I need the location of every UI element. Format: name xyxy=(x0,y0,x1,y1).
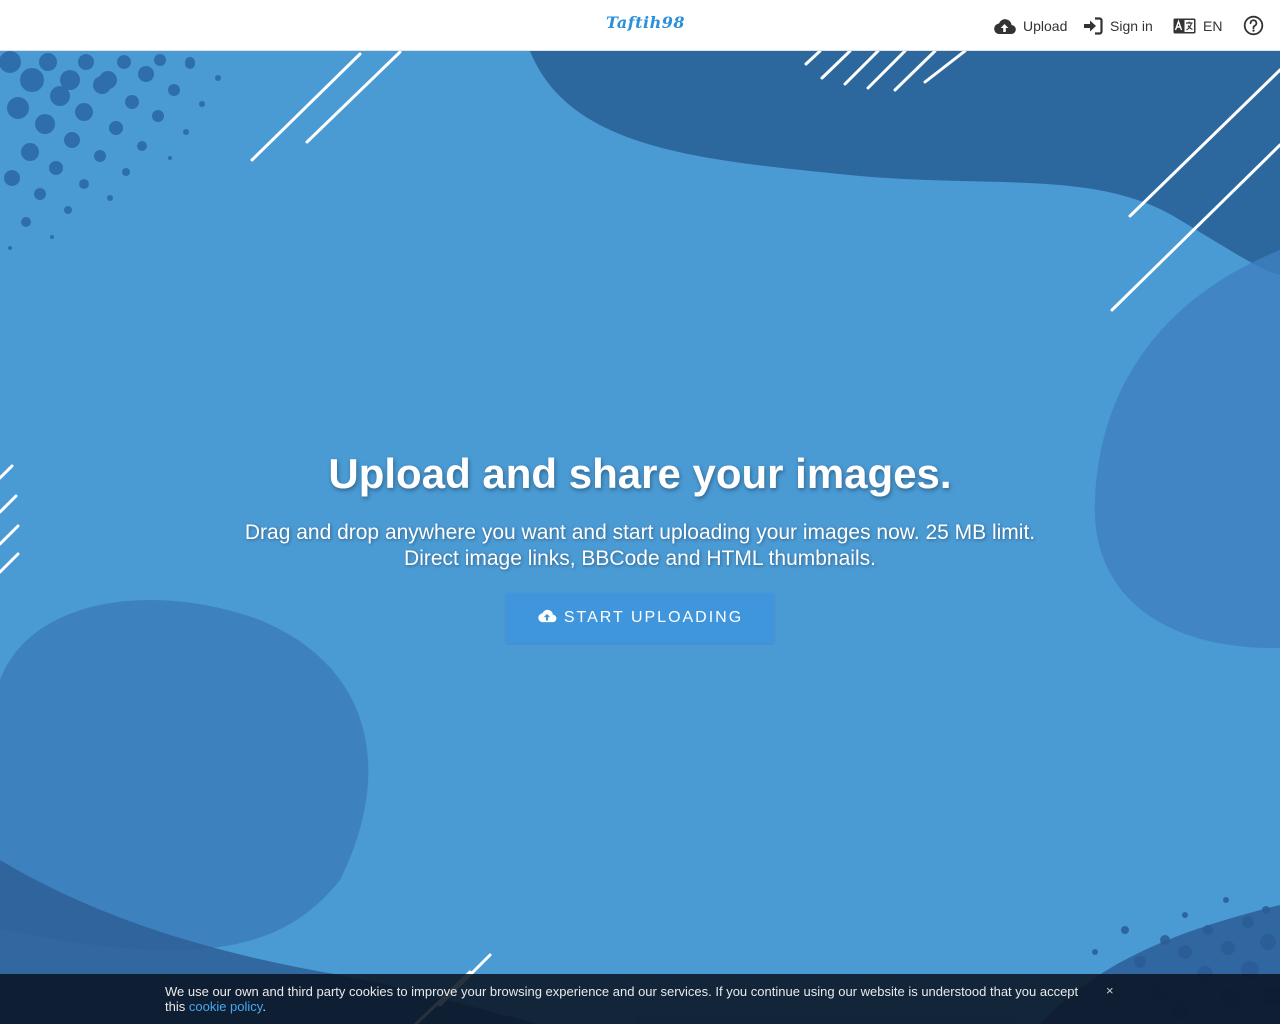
nav-signin-button[interactable]: Sign in xyxy=(1083,0,1153,51)
language-selector[interactable]: EN xyxy=(1173,0,1222,51)
site-logo[interactable]: Taftih98 xyxy=(606,13,685,32)
cloud-upload-icon xyxy=(993,17,1016,35)
cookie-policy-link[interactable]: cookie policy xyxy=(189,999,262,1014)
help-circle-icon xyxy=(1243,15,1264,36)
nav-upload-label: Upload xyxy=(1023,17,1068,34)
start-uploading-label: START UPLOADING xyxy=(563,609,744,626)
language-label: EN xyxy=(1203,17,1223,34)
help-button[interactable] xyxy=(1243,0,1264,51)
cloud-upload-icon xyxy=(537,608,564,628)
language-icon xyxy=(1173,18,1196,34)
nav-signin-label: Sign in xyxy=(1110,17,1153,34)
cookie-close-button[interactable]: × xyxy=(1106,983,1114,998)
hero-title: Upload and share your images. xyxy=(328,450,952,497)
nav-upload-button[interactable]: Upload xyxy=(993,0,1067,51)
sign-in-icon xyxy=(1083,16,1103,35)
hero-subtitle: Drag and drop anywhere you want and star… xyxy=(244,521,1036,570)
cookie-notice-message: We use our own and third party cookies t… xyxy=(165,984,1079,1014)
cookie-notice-text: We use our own and third party cookies t… xyxy=(165,984,1095,1014)
start-uploading-button[interactable]: START UPLOADING xyxy=(506,593,774,643)
cookie-notice-suffix: . xyxy=(262,999,266,1014)
cookie-notice-bar: We use our own and third party cookies t… xyxy=(0,974,1280,1024)
top-navbar: Taftih98 Upload Sign in EN xyxy=(0,0,1280,51)
